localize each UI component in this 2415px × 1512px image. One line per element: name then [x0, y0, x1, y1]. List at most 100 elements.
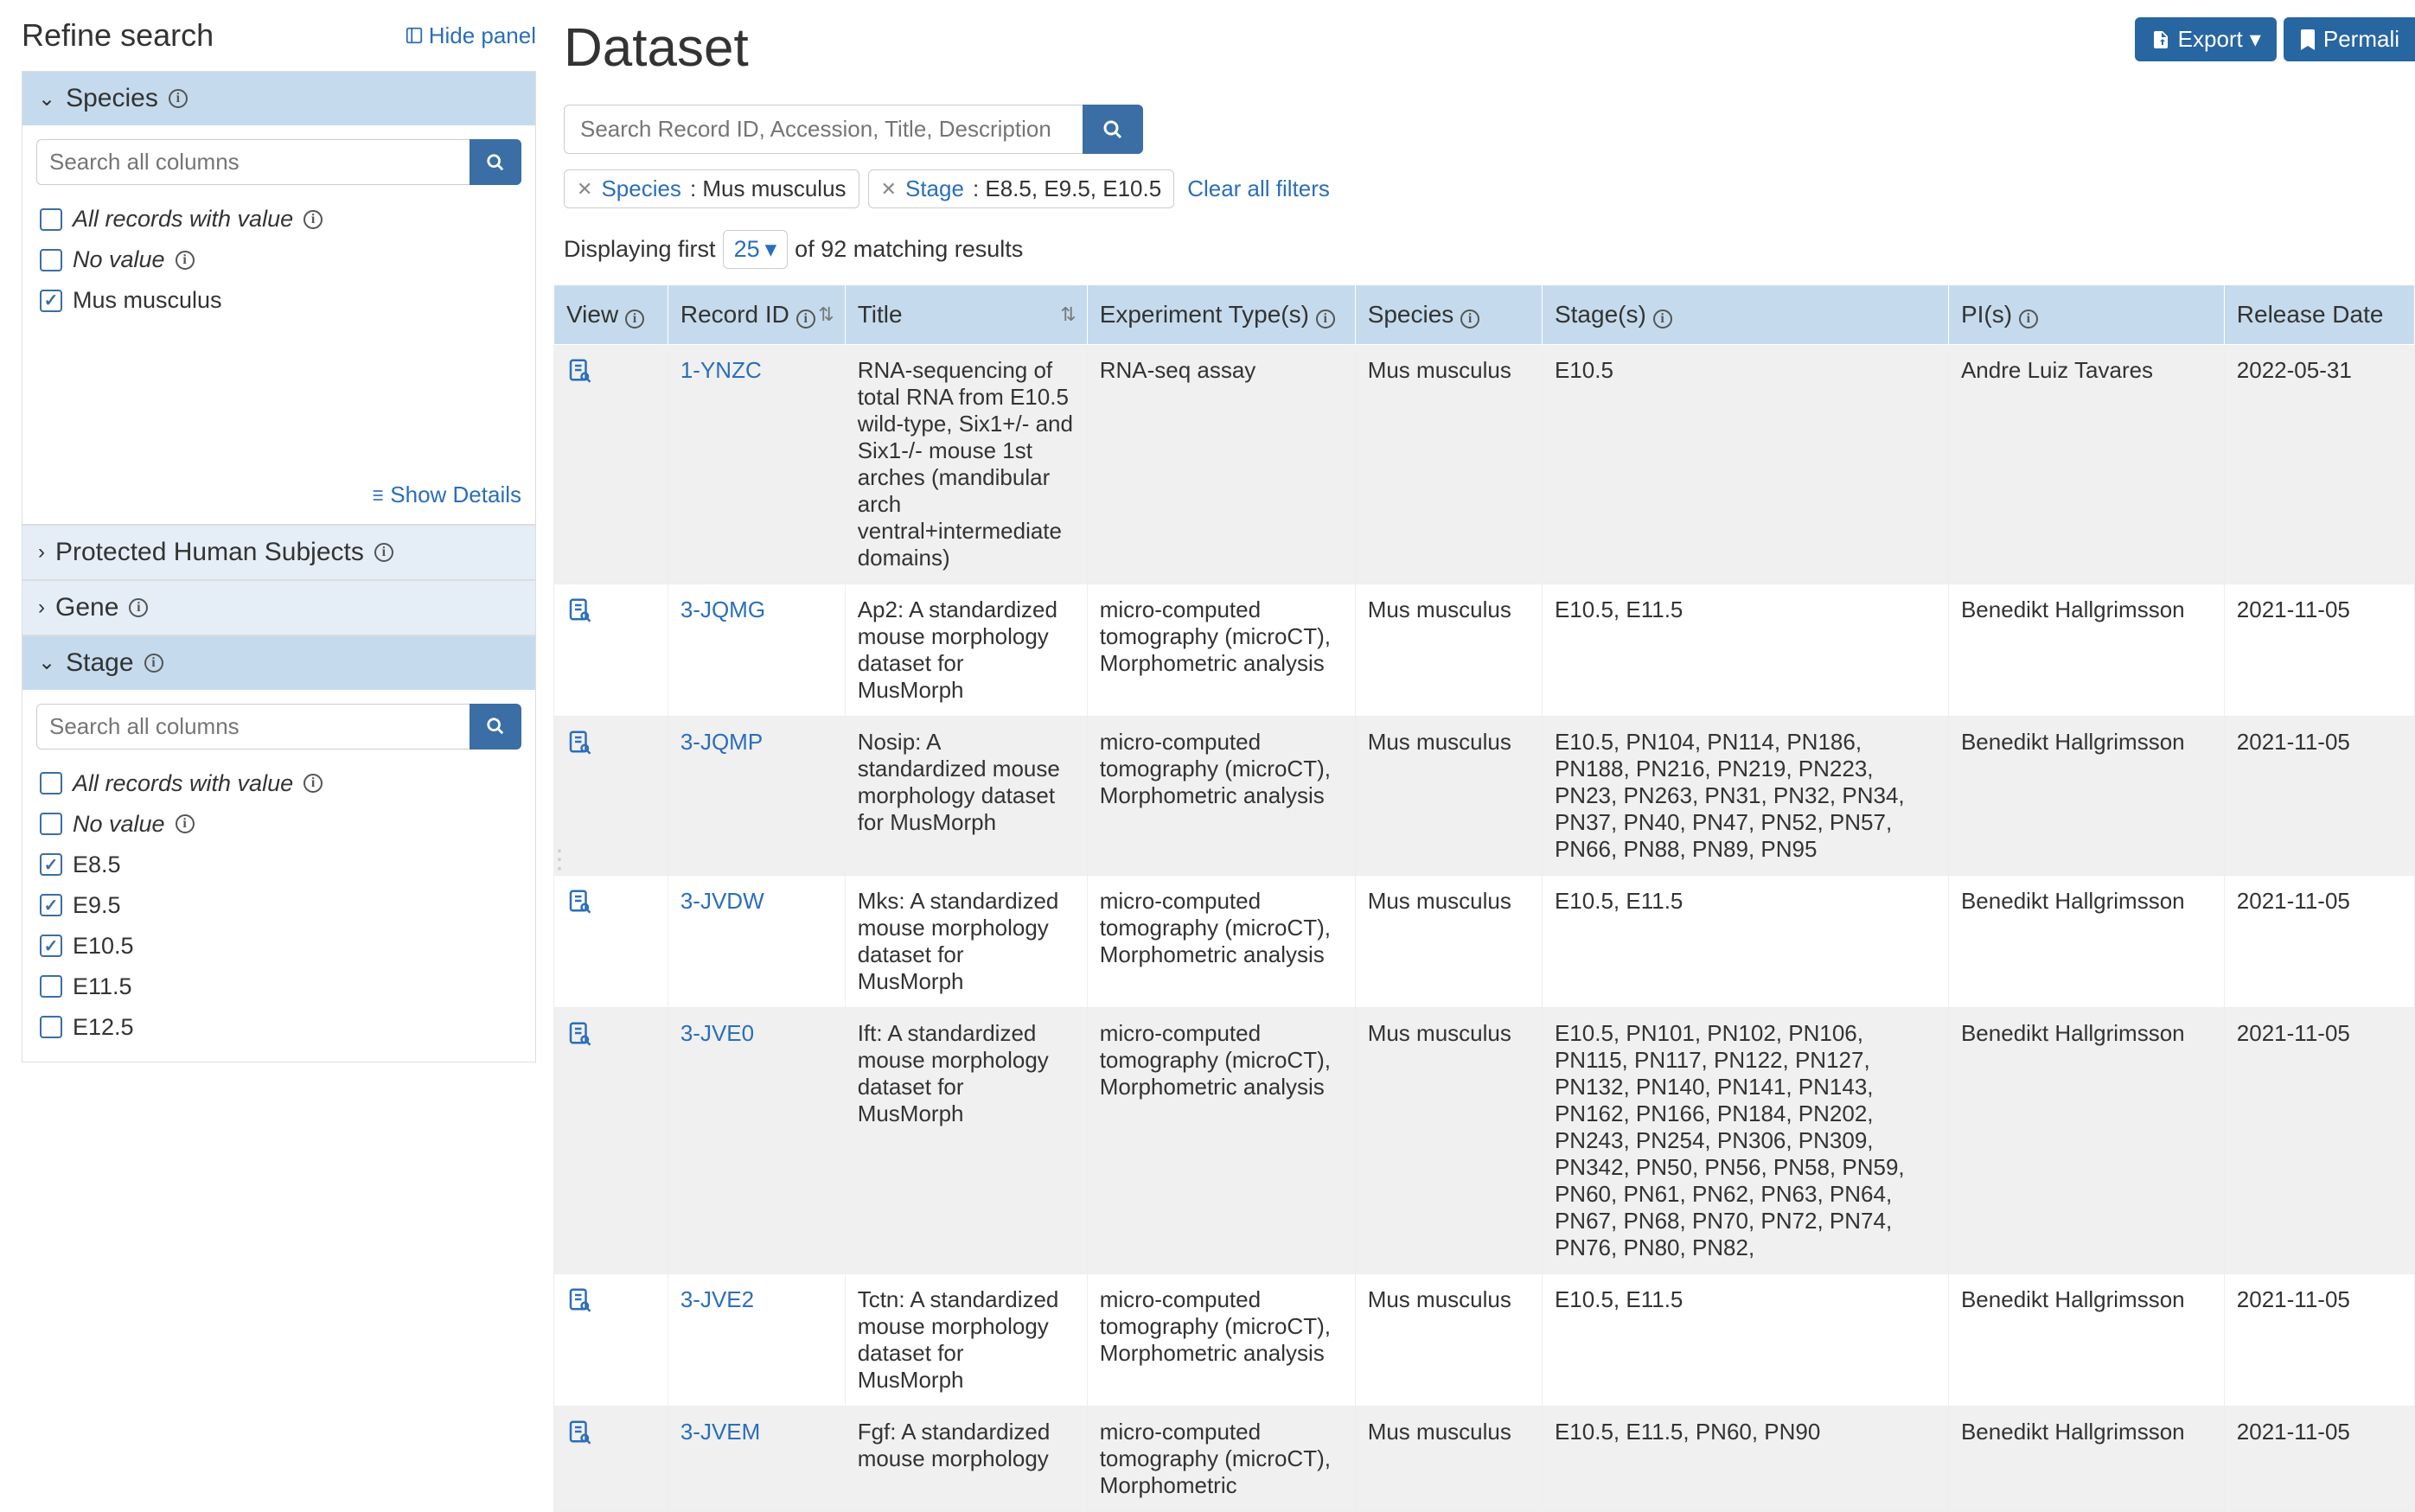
info-icon[interactable]: i: [176, 814, 195, 833]
checkbox[interactable]: [40, 935, 62, 957]
info-icon[interactable]: i: [1316, 309, 1335, 329]
checkbox[interactable]: [40, 813, 62, 835]
cell-exp-types: RNA-seq assay: [1087, 345, 1355, 584]
info-icon[interactable]: i: [129, 598, 148, 617]
info-icon[interactable]: i: [2019, 309, 2038, 329]
col-record-id[interactable]: Record ID i⇅: [668, 285, 845, 345]
info-icon[interactable]: i: [1653, 309, 1672, 329]
facet-option[interactable]: Mus musculus: [36, 280, 521, 321]
col-stages[interactable]: Stage(s) i: [1542, 285, 1948, 345]
facet-option[interactable]: All records with value i: [36, 763, 521, 804]
facet-option[interactable]: All records with valuei: [36, 199, 521, 239]
view-record-icon[interactable]: [566, 888, 655, 914]
info-icon[interactable]: i: [303, 774, 323, 793]
facet-option[interactable]: E9.5: [36, 885, 521, 926]
sort-icon[interactable]: ⇅: [818, 303, 834, 326]
col-exp-types[interactable]: Experiment Type(s) i: [1087, 285, 1355, 345]
checkbox[interactable]: [40, 894, 62, 916]
permalink-button[interactable]: Permali: [2284, 17, 2415, 61]
facet-option[interactable]: E10.5: [36, 926, 521, 967]
col-view[interactable]: View i: [554, 285, 668, 345]
view-record-icon[interactable]: [566, 1419, 655, 1445]
record-id-link[interactable]: 3-JVEM: [680, 1419, 760, 1445]
facet-stage-search-button[interactable]: [470, 704, 521, 750]
info-icon[interactable]: i: [144, 654, 163, 673]
info-icon[interactable]: i: [176, 251, 195, 270]
filter-chip: ✕ Species: Mus musculus: [564, 169, 859, 208]
page-size-dropdown[interactable]: 25 ▾: [723, 230, 789, 269]
table-row: 3-JVE0 Ift: A standardized mouse morphol…: [554, 1008, 2415, 1274]
view-record-icon[interactable]: [566, 357, 655, 383]
col-pis[interactable]: PI(s) i: [1948, 285, 2224, 345]
checkbox[interactable]: [40, 249, 62, 271]
table-row: 3-JQMP Nosip: A standardized mouse morph…: [554, 717, 2415, 876]
chip-remove-icon[interactable]: ✕: [577, 178, 592, 201]
cell-species: Mus musculus: [1355, 717, 1542, 876]
info-icon[interactable]: i: [1460, 309, 1479, 329]
cell-title: RNA-sequencing of total RNA from E10.5 w…: [845, 345, 1087, 584]
cell-stages: E10.5, E11.5, PN60, PN90: [1542, 1407, 1948, 1512]
checkbox[interactable]: [40, 1016, 62, 1038]
facet-stage-header[interactable]: ⌄ Stage i: [22, 636, 535, 690]
cell-stages: E10.5, E11.5: [1542, 876, 1948, 1008]
col-species[interactable]: Species i: [1355, 285, 1542, 345]
cell-species: Mus musculus: [1355, 1407, 1542, 1512]
chevron-down-icon: ⌄: [38, 650, 55, 675]
view-record-icon[interactable]: [566, 1286, 655, 1312]
bookmark-icon: [2299, 29, 2316, 50]
cell-exp-types: micro-computed tomography (microCT), Mor…: [1087, 1407, 1355, 1512]
resize-handle[interactable]: ⋮: [546, 856, 572, 864]
facet-stage-search[interactable]: [36, 704, 470, 750]
facet-option[interactable]: E8.5: [36, 845, 521, 885]
cell-pis: Andre Luiz Tavares: [1948, 345, 2224, 584]
clear-all-filters-link[interactable]: Clear all filters: [1187, 175, 1330, 202]
sort-icon[interactable]: ⇅: [1060, 303, 1076, 326]
chip-remove-icon[interactable]: ✕: [881, 178, 897, 201]
export-button[interactable]: Export ▾: [2135, 17, 2277, 61]
record-id-link[interactable]: 3-JQMP: [680, 729, 763, 755]
view-record-icon[interactable]: [566, 1020, 655, 1046]
checkbox[interactable]: [40, 975, 62, 998]
col-release-date[interactable]: Release Date: [2224, 285, 2414, 345]
record-id-link[interactable]: 1-YNZC: [680, 357, 762, 383]
col-title[interactable]: Title⇅: [845, 285, 1087, 345]
checkbox[interactable]: [40, 290, 62, 312]
hide-panel-link[interactable]: Hide panel: [405, 22, 536, 49]
facet-option[interactable]: E12.5: [36, 1007, 521, 1048]
info-icon[interactable]: i: [303, 210, 323, 229]
info-icon[interactable]: i: [625, 309, 644, 329]
facet-option[interactable]: E11.5: [36, 967, 521, 1007]
info-icon[interactable]: i: [374, 543, 393, 562]
info-icon[interactable]: i: [169, 89, 188, 108]
cell-species: Mus musculus: [1355, 1008, 1542, 1274]
view-record-icon[interactable]: [566, 729, 655, 755]
checkbox[interactable]: [40, 853, 62, 876]
main-search-input[interactable]: [564, 105, 1083, 154]
checkbox[interactable]: [40, 208, 62, 231]
facet-option-label: All records with value: [73, 770, 293, 797]
facet-protected-header[interactable]: › Protected Human Subjects i: [22, 526, 535, 579]
facet-gene-header[interactable]: › Gene i: [22, 581, 535, 635]
facet-option-label: E12.5: [73, 1014, 134, 1041]
record-id-link[interactable]: 3-JQMG: [680, 597, 765, 622]
show-details-link[interactable]: Show Details: [367, 482, 521, 508]
facet-option[interactable]: No valuei: [36, 239, 521, 280]
permalink-label: Permali: [2323, 26, 2399, 53]
record-id-link[interactable]: 3-JVE0: [680, 1020, 754, 1046]
info-icon[interactable]: i: [796, 309, 815, 329]
facet-species-search-button[interactable]: [470, 139, 521, 185]
record-id-link[interactable]: 3-JVDW: [680, 888, 764, 914]
cell-pis: Benedikt Hallgrimsson: [1948, 876, 2224, 1008]
main-search-button[interactable]: [1083, 105, 1143, 154]
record-id-link[interactable]: 3-JVE2: [680, 1286, 754, 1312]
cell-stages: E10.5, PN104, PN114, PN186, PN188, PN216…: [1542, 717, 1948, 876]
search-icon: [1102, 119, 1123, 140]
facet-species-search[interactable]: [36, 139, 470, 185]
facet-option[interactable]: No valuei: [36, 804, 521, 845]
facet-species-header[interactable]: ⌄ Species i: [22, 72, 535, 125]
view-record-icon[interactable]: [566, 597, 655, 622]
checkbox[interactable]: [40, 772, 62, 794]
table-row: 3-JVE2 Tctn: A standardized mouse morpho…: [554, 1274, 2415, 1407]
cell-stages: E10.5, E11.5: [1542, 1274, 1948, 1407]
facet-option-label: E8.5: [73, 852, 121, 878]
